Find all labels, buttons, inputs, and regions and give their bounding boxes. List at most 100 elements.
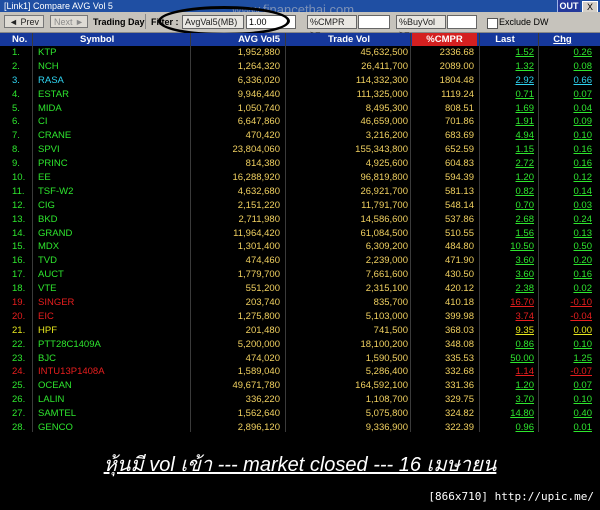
header-cmpr[interactable]: %CMPR [412, 33, 477, 46]
row-avg-vol5: 551,200 [245, 283, 280, 295]
row-trade-vol: 6,309,200 [365, 241, 408, 253]
table-row[interactable]: 2. NCH 1,264,320 26,411,700 2089.00 1.32 0.08 [0, 60, 600, 74]
row-last: 9.35 [515, 324, 535, 336]
row-cmpr: 594.39 [444, 172, 474, 184]
table-row[interactable]: 24. INTU13P1408A 1,589,040 5,286,400 332.68 1… [0, 365, 600, 379]
table-row[interactable]: 14. GRAND 11,964,420 61,084,500 510.55 1.56 0.… [0, 227, 600, 241]
row-cmpr: 701.86 [444, 116, 474, 128]
table-row[interactable]: 26. LALIN 336,220 1,108,700 329.75 3.70 0.10 [0, 393, 600, 407]
table-row[interactable]: 3. RASA 6,336,020 114,332,300 1804.48 2.92 0.6… [0, 74, 600, 88]
header-trade-vol[interactable]: Trade Vol [290, 33, 370, 46]
row-last: 1.20 [515, 172, 535, 184]
next-button[interactable]: Next ► [50, 15, 88, 28]
row-trade-vol: 111,325,000 [356, 88, 408, 100]
row-cmpr: 537.86 [444, 213, 474, 225]
header-symbol[interactable]: Symbol [80, 33, 114, 46]
row-last: 3.70 [515, 394, 535, 406]
row-no: 1. [12, 47, 20, 58]
table-row[interactable]: 12. CIG 2,151,220 11,791,700 548.14 0.70 0.03 [0, 199, 600, 213]
table-row[interactable]: 16. TVD 474,460 2,239,000 471.90 3.60 0.20 [0, 254, 600, 268]
row-chg: 0.50 [573, 241, 593, 253]
prev-button[interactable]: ◄ Prev [4, 15, 44, 28]
row-last: 1.56 [515, 227, 535, 239]
row-avg-vol5: 1,264,320 [237, 60, 280, 72]
row-symbol: MDX [38, 241, 60, 253]
table-row[interactable]: 11. TSF-W2 4,632,680 26,921,700 581.13 0.82 0.… [0, 185, 600, 199]
table-row[interactable]: 23. BJC 474,020 1,590,500 335.53 50.00 1.25 [0, 352, 600, 366]
table-row[interactable]: 10. EE 16,288,920 96,819,800 594.39 1.20 0.12 [0, 171, 600, 185]
row-avg-vol5: 2,151,220 [237, 199, 280, 211]
row-chg: -0.04 [570, 310, 592, 322]
row-last: 0.71 [515, 88, 535, 100]
row-chg: 0.16 [573, 144, 593, 156]
out-button[interactable]: OUT [557, 0, 580, 12]
row-no: 17. [12, 269, 26, 281]
row-avg-vol5: 336,220 [245, 394, 280, 406]
row-cmpr: 1804.48 [439, 74, 474, 86]
table-row[interactable]: 22. PTT28C1409A 5,200,000 18,100,200 348.08 0… [0, 338, 600, 352]
table-row[interactable]: 6. CI 6,647,860 46,659,000 701.86 1.91 0.09 [0, 115, 600, 129]
row-last: 0.86 [515, 338, 535, 350]
avg-filter-select[interactable]: AvgVal5(MB) >= [182, 15, 244, 39]
row-avg-vol5: 1,779,700 [237, 269, 280, 281]
table-row[interactable]: 15. MDX 1,301,400 6,309,200 484.80 10.50 0.50 [0, 240, 600, 254]
header-chg[interactable]: Chg [540, 33, 585, 46]
header-avg-vol5[interactable]: AVG Vol5 [192, 33, 280, 46]
table-row[interactable]: 1. KTP 1,952,880 45,632,500 2336.68 1.52 0.26 [0, 46, 600, 60]
row-no: 5. [12, 102, 20, 114]
table-row[interactable]: 17. AUCT 1,779,700 7,661,600 430.50 3.60 0.16 [0, 268, 600, 282]
row-no: 23. [12, 352, 26, 364]
buyvol-filter-select[interactable]: %BuyVol >= [396, 15, 446, 39]
row-avg-vol5: 6,647,860 [237, 116, 280, 128]
avg-filter-input[interactable]: 1.00 [246, 15, 296, 29]
row-last: 16.70 [510, 297, 534, 309]
exclude-dw-checkbox[interactable] [487, 18, 498, 29]
row-chg: 0.20 [573, 255, 593, 267]
row-last: 2.38 [515, 283, 535, 295]
row-symbol: LALIN [38, 394, 65, 406]
row-trade-vol: 45,632,500 [360, 47, 408, 58]
row-symbol: GRAND [38, 227, 73, 239]
table-row[interactable]: 13. BKD 2,711,980 14,586,600 537.86 2.68 0.24 [0, 213, 600, 227]
table-row[interactable]: 27. SAMTEL 1,562,640 5,075,800 324.82 14.80 0.… [0, 407, 600, 421]
header-last[interactable]: Last [480, 33, 530, 46]
row-chg: 0.10 [573, 338, 593, 350]
row-cmpr: 335.53 [444, 352, 474, 364]
row-chg: 0.16 [573, 158, 593, 170]
table-row[interactable]: 7. CRANE 470,420 3,216,200 683.69 4.94 0.10 [0, 129, 600, 143]
row-trade-vol: 114,332,300 [355, 74, 408, 86]
buyvol-filter-input[interactable] [447, 15, 477, 29]
table-row[interactable]: 5. MIDA 1,050,740 8,495,300 808.51 1.69 0.04 [0, 102, 600, 116]
row-cmpr: 471.90 [444, 255, 474, 267]
row-avg-vol5: 11,964,420 [233, 227, 280, 239]
filter-label: Filter : [151, 17, 179, 27]
row-chg: 0.02 [573, 283, 593, 295]
row-trade-vol: 4,925,600 [365, 158, 408, 170]
table-row[interactable]: 9. PRINC 814,380 4,925,600 604.83 2.72 0.16 [0, 157, 600, 171]
row-symbol: INTU13P1408A [38, 366, 105, 378]
table-row[interactable]: 4. ESTAR 9,946,440 111,325,000 1119.24 0.71 0.… [0, 88, 600, 102]
row-avg-vol5: 1,050,740 [237, 102, 280, 114]
table-row[interactable]: 18. VTE 551,200 2,315,100 420.12 2.38 0.02 [0, 282, 600, 296]
row-cmpr: 410.18 [444, 297, 474, 309]
row-avg-vol5: 4,632,680 [237, 185, 280, 197]
table-row[interactable]: 8. SPVI 23,804,060 155,343,800 652.59 1.15 0.1… [0, 143, 600, 157]
row-last: 14.80 [510, 408, 534, 420]
cmpr-filter-input[interactable] [358, 15, 390, 29]
row-last: 1.91 [515, 116, 535, 128]
trading-day-label[interactable]: Trading Day [93, 15, 145, 29]
table-row[interactable]: 20. EIC 1,275,800 5,103,000 399.98 3.74 -0.04 [0, 310, 600, 324]
table-row[interactable]: 28. GENCO 2,896,120 9,336,900 322.39 0.96 0.01 [0, 421, 600, 435]
header-no[interactable]: No. [12, 33, 27, 46]
cmpr-filter-select[interactable]: %CMPR >= [307, 15, 357, 39]
row-trade-vol: 7,661,600 [365, 269, 408, 281]
row-cmpr: 331.36 [444, 380, 474, 392]
table-row[interactable]: 19. SINGER 203,740 835,700 410.18 16.70 -0.10 [0, 296, 600, 310]
row-last: 1.69 [515, 102, 535, 114]
table-row[interactable]: 25. OCEAN 49,671,780 164,592,100 331.36 1.20 0… [0, 379, 600, 393]
row-symbol: SINGER [38, 297, 75, 309]
row-chg: 0.26 [573, 47, 593, 58]
table-row[interactable]: 21. HPF 201,480 741,500 368.03 9.35 0.00 [0, 324, 600, 338]
row-trade-vol: 2,239,000 [365, 255, 408, 267]
image-credit: [866x710] http://upic.me/ [428, 490, 594, 503]
